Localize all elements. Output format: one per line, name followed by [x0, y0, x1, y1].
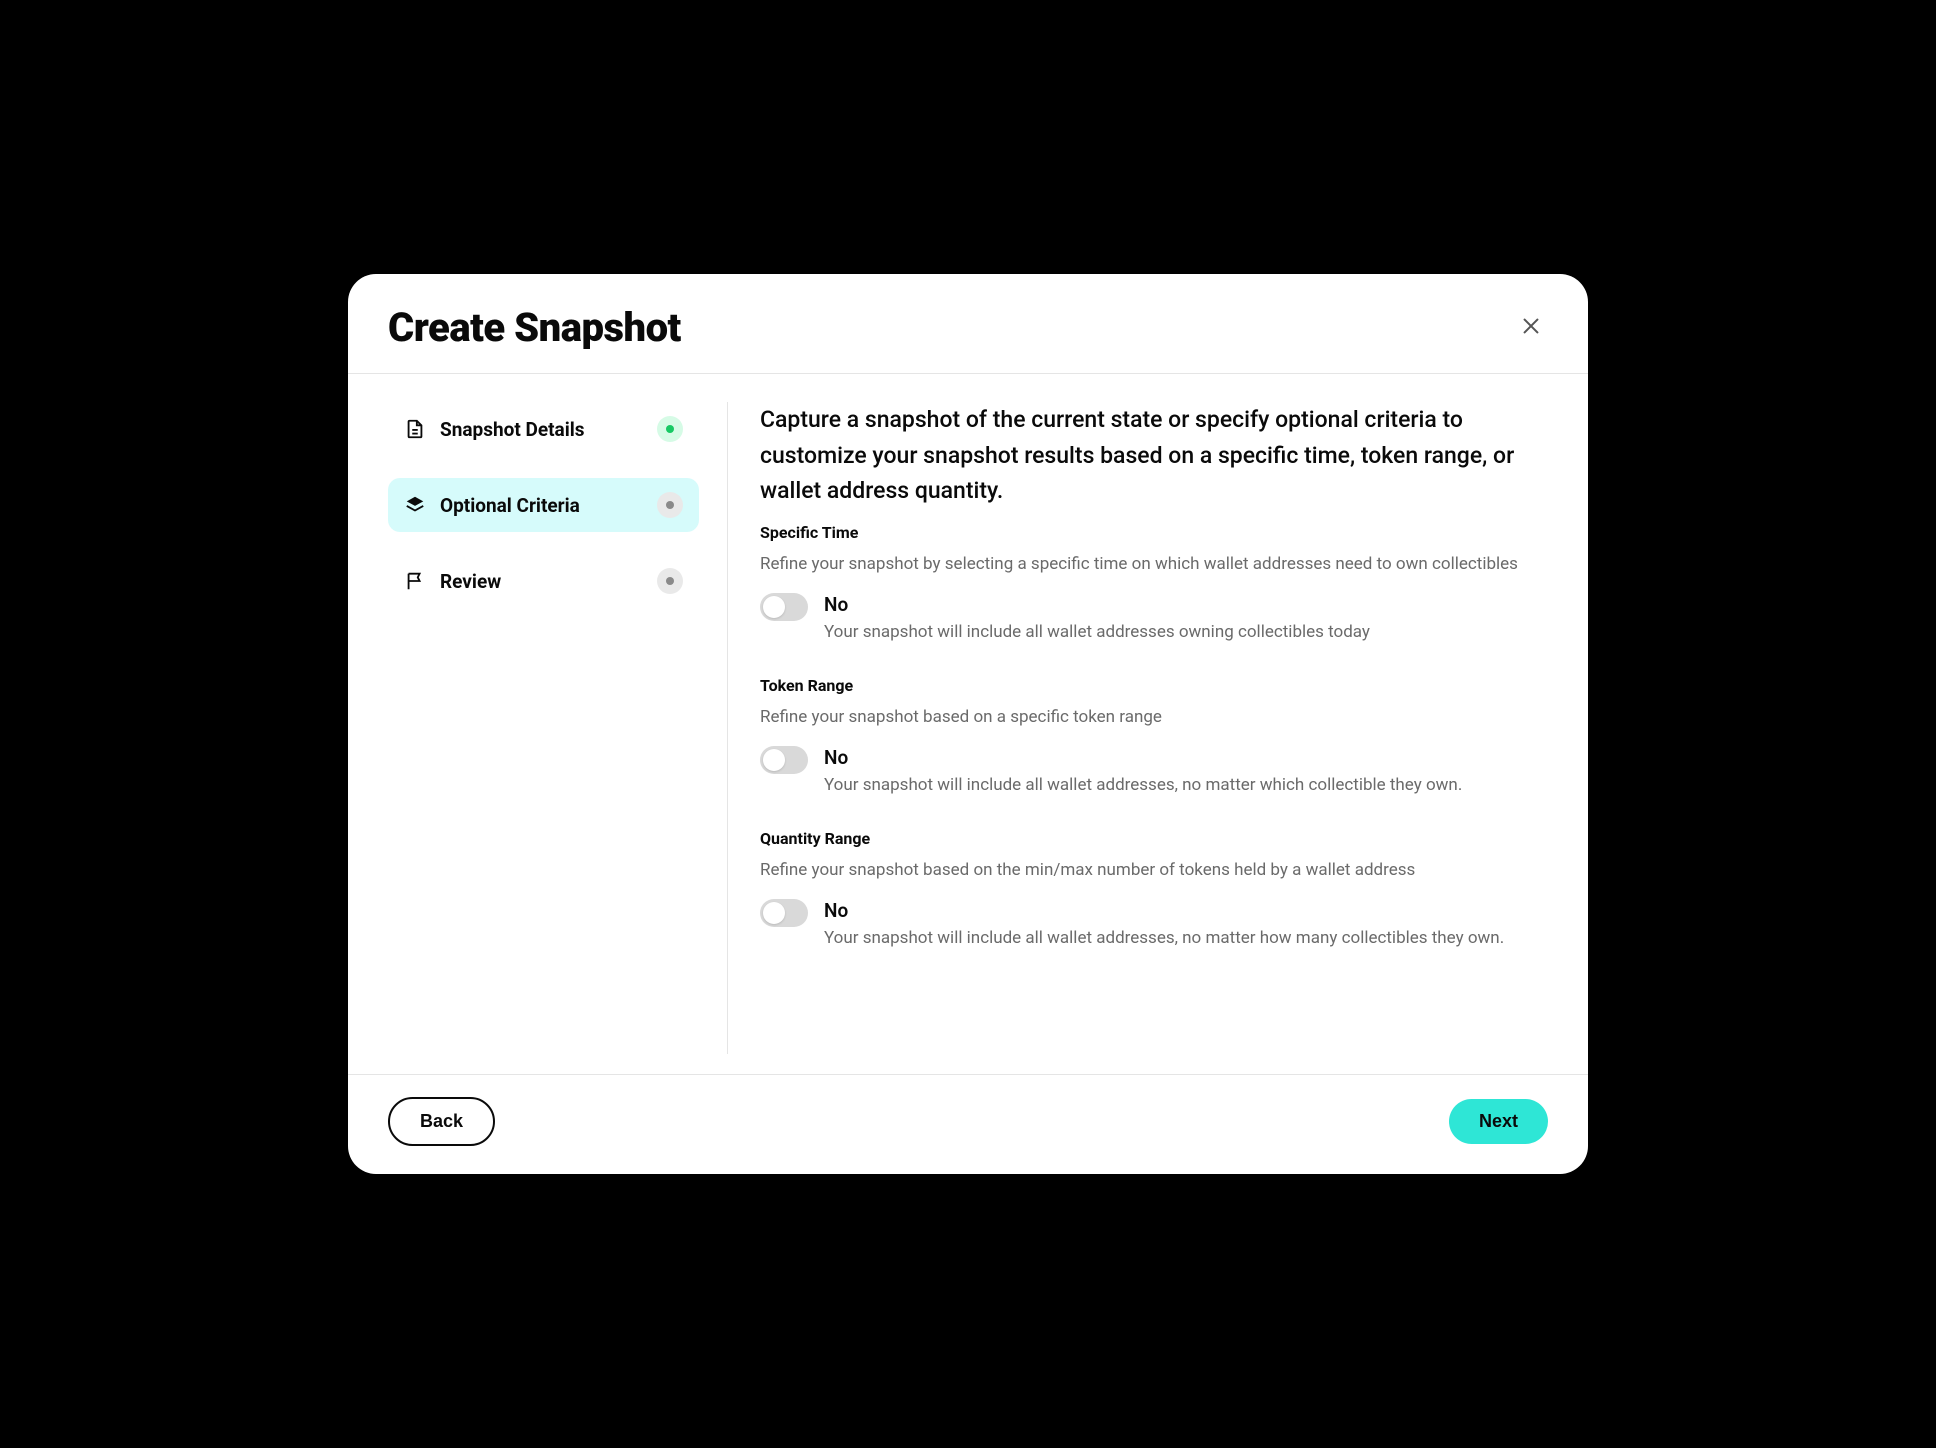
content-area: Capture a snapshot of the current state … — [728, 402, 1548, 1054]
toggle-hint: Your snapshot will include all wallet ad… — [824, 620, 1548, 646]
step-label: Optional Criteria — [440, 494, 580, 517]
step-status-current-icon — [657, 492, 683, 518]
section-quantity-range: Quantity Range Refine your snapshot base… — [760, 829, 1548, 952]
toggle-hint: Your snapshot will include all wallet ad… — [824, 773, 1548, 799]
toggle-hint: Your snapshot will include all wallet ad… — [824, 926, 1548, 952]
wizard-sidebar: Snapshot Details Optional Criteria — [388, 402, 728, 1054]
section-description: Refine your snapshot based on a specific… — [760, 705, 1548, 731]
back-button[interactable]: Back — [388, 1097, 495, 1146]
step-snapshot-details[interactable]: Snapshot Details — [388, 402, 699, 456]
specific-time-toggle[interactable] — [760, 593, 808, 621]
toggle-state-label: No — [824, 899, 1548, 922]
toggle-row: No Your snapshot will include all wallet… — [760, 593, 1548, 646]
intro-text: Capture a snapshot of the current state … — [760, 402, 1548, 509]
token-range-toggle[interactable] — [760, 746, 808, 774]
next-button[interactable]: Next — [1449, 1099, 1548, 1144]
modal-footer: Back Next — [348, 1074, 1588, 1174]
quantity-range-toggle[interactable] — [760, 899, 808, 927]
step-optional-criteria[interactable]: Optional Criteria — [388, 478, 699, 532]
flag-icon — [404, 570, 426, 592]
step-review[interactable]: Review — [388, 554, 699, 608]
modal-header: Create Snapshot — [348, 274, 1588, 374]
section-title: Token Range — [760, 676, 1548, 695]
close-button[interactable] — [1514, 309, 1548, 346]
step-label: Snapshot Details — [440, 418, 585, 441]
modal-body: Snapshot Details Optional Criteria — [348, 374, 1588, 1074]
close-icon — [1520, 315, 1542, 340]
section-specific-time: Specific Time Refine your snapshot by se… — [760, 523, 1548, 646]
toggle-row: No Your snapshot will include all wallet… — [760, 899, 1548, 952]
toggle-state-label: No — [824, 593, 1548, 616]
section-title: Specific Time — [760, 523, 1548, 542]
section-token-range: Token Range Refine your snapshot based o… — [760, 676, 1548, 799]
toggle-row: No Your snapshot will include all wallet… — [760, 746, 1548, 799]
layers-icon — [404, 494, 426, 516]
section-description: Refine your snapshot by selecting a spec… — [760, 552, 1548, 578]
section-description: Refine your snapshot based on the min/ma… — [760, 858, 1548, 884]
step-status-pending-icon — [657, 568, 683, 594]
step-label: Review — [440, 570, 501, 593]
section-title: Quantity Range — [760, 829, 1548, 848]
toggle-state-label: No — [824, 746, 1548, 769]
document-icon — [404, 418, 426, 440]
modal-title: Create Snapshot — [388, 304, 681, 351]
create-snapshot-modal: Create Snapshot Snapshot Details — [348, 274, 1588, 1174]
step-status-done-icon — [657, 416, 683, 442]
